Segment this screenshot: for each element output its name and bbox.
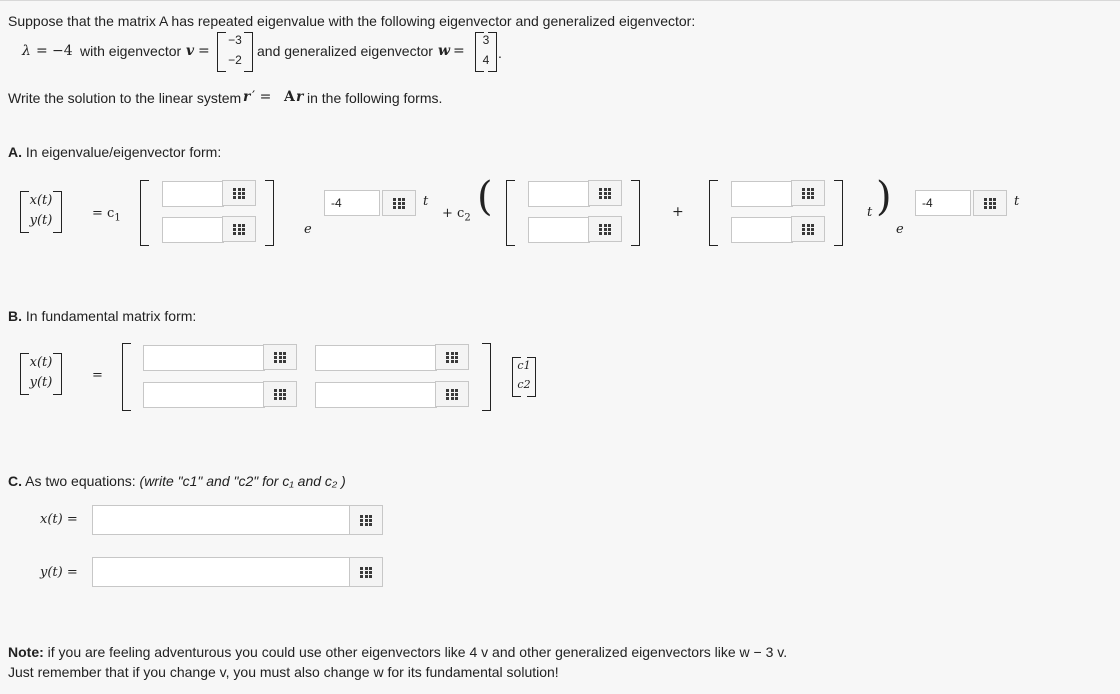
a-vec2-bottom-input[interactable] xyxy=(528,217,590,243)
exp-t-2: t xyxy=(1014,194,1020,209)
grid-icon[interactable] xyxy=(599,188,611,199)
exponent-2-picker[interactable] xyxy=(973,190,1007,216)
note-line1: Note: if you are feeling adventurous you… xyxy=(8,644,788,660)
exponent-input-2[interactable]: -4 xyxy=(915,190,971,216)
equals-b: = xyxy=(92,368,103,383)
bracket-left-2 xyxy=(506,180,515,246)
exp-e-1: e xyxy=(304,222,312,237)
b-m11-input[interactable] xyxy=(143,345,265,371)
lambda-value: −4 xyxy=(52,43,73,59)
plus-c2: + c2 xyxy=(442,206,471,224)
grid-icon[interactable] xyxy=(233,224,245,235)
a-vec3-bottom-input[interactable] xyxy=(731,217,793,243)
b-m22-input[interactable] xyxy=(315,382,437,408)
xy-vector-a: x(t) y(t) xyxy=(20,191,62,235)
v-equals: = xyxy=(198,43,210,59)
bracket-left-3 xyxy=(709,180,718,246)
intro-period: . xyxy=(498,45,502,61)
x-equation-picker[interactable] xyxy=(349,505,383,535)
a-vec2-bottom-picker[interactable] xyxy=(588,216,622,242)
bracket-left-1 xyxy=(140,180,149,246)
grid-icon[interactable] xyxy=(599,224,611,235)
a-vec1-bottom-picker[interactable] xyxy=(222,216,256,242)
a-vec3-bottom-picker[interactable] xyxy=(791,216,825,242)
t-multiplier: t xyxy=(867,205,873,220)
generalized-eigenvector-w: 3 4 xyxy=(475,32,497,72)
right-paren: ) xyxy=(876,174,892,220)
a-vec1-top-picker[interactable] xyxy=(222,180,256,206)
x-equation-input[interactable] xyxy=(92,505,351,535)
note-line2: Just remember that if you change v, you … xyxy=(8,664,559,680)
with-eigenvector-text: with eigenvector xyxy=(80,43,182,59)
grid-icon[interactable] xyxy=(393,198,405,209)
c-vector: c1 c2 xyxy=(512,357,536,397)
part-c-heading: C. As two equations: (write "c1" and "c2… xyxy=(8,473,346,489)
b-m12-input[interactable] xyxy=(315,345,437,371)
b-m21-picker[interactable] xyxy=(263,381,297,407)
v-symbol: v xyxy=(186,43,195,59)
a-vec2-top-picker[interactable] xyxy=(588,180,622,206)
w-equals: = xyxy=(453,43,465,59)
grid-icon[interactable] xyxy=(984,198,996,209)
lambda-symbol: λ xyxy=(22,43,31,59)
r-symbol: r xyxy=(243,89,251,105)
y-equation-label: y(t) = xyxy=(40,565,78,580)
bracket-right-1 xyxy=(265,180,274,246)
bracket-right-2 xyxy=(631,180,640,246)
b-m22-picker[interactable] xyxy=(435,381,469,407)
grid-icon[interactable] xyxy=(233,188,245,199)
bracket-left-b xyxy=(122,343,131,411)
grid-icon[interactable] xyxy=(802,188,814,199)
exp-t-1: t xyxy=(423,194,429,209)
part-a-heading: A. In eigenvalue/eigenvector form: xyxy=(8,144,222,160)
r-symbol-2: r xyxy=(296,89,304,105)
task-suffix: in the following forms. xyxy=(307,90,443,106)
grid-icon[interactable] xyxy=(446,352,458,363)
grid-icon[interactable] xyxy=(802,224,814,235)
matrix-a-symbol: A xyxy=(284,89,295,105)
b-m11-picker[interactable] xyxy=(263,344,297,370)
bracket-right-3 xyxy=(834,180,843,246)
bracket-right-b xyxy=(482,343,491,411)
grid-icon[interactable] xyxy=(274,352,286,363)
grid-icon[interactable] xyxy=(446,389,458,400)
exp-e-2: e xyxy=(896,222,904,237)
xy-vector-b: x(t) y(t) xyxy=(20,353,62,397)
b-m21-input[interactable] xyxy=(143,382,265,408)
a-vec3-top-input[interactable] xyxy=(731,181,793,207)
left-paren: ( xyxy=(477,174,493,220)
y-equation-picker[interactable] xyxy=(349,557,383,587)
lambda-equals: = xyxy=(36,43,48,59)
equals-c1: = c1 xyxy=(92,206,121,224)
a-vec1-top-input[interactable] xyxy=(162,181,224,207)
task-prefix: Write the solution to the linear system xyxy=(8,90,242,106)
x-equation-label: x(t) = xyxy=(40,512,78,527)
b-m12-picker[interactable] xyxy=(435,344,469,370)
top-divider xyxy=(0,0,1120,1)
grid-icon[interactable] xyxy=(360,567,372,578)
part-b-heading: B. In fundamental matrix form: xyxy=(8,308,197,324)
w-symbol: w xyxy=(438,43,451,59)
plus-sign: + xyxy=(672,204,684,220)
r-prime-equals: ′ = xyxy=(252,89,272,105)
and-generalized-text: and generalized eigenvector xyxy=(257,43,433,59)
a-vec2-top-input[interactable] xyxy=(528,181,590,207)
a-vec1-bottom-input[interactable] xyxy=(162,217,224,243)
y-equation-input[interactable] xyxy=(92,557,351,587)
eigenvector-v: −3 −2 xyxy=(217,32,253,72)
exponent-input-1[interactable]: -4 xyxy=(324,190,380,216)
grid-icon[interactable] xyxy=(360,515,372,526)
a-vec3-top-picker[interactable] xyxy=(791,180,825,206)
exponent-1-picker[interactable] xyxy=(382,190,416,216)
intro-line1: Suppose that the matrix A has repeated e… xyxy=(8,13,696,29)
grid-icon[interactable] xyxy=(274,389,286,400)
